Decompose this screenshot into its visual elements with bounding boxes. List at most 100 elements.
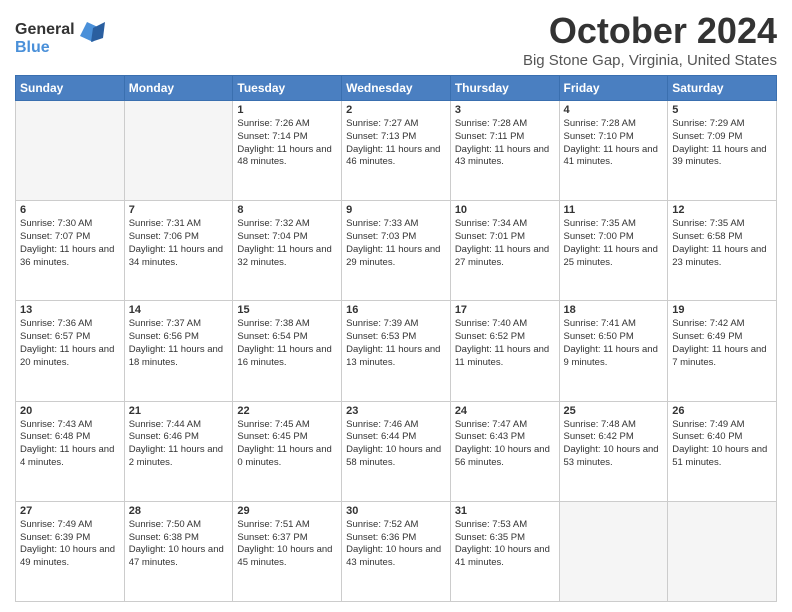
day-number: 12	[672, 204, 772, 216]
day-number: 30	[346, 505, 446, 517]
day-number: 28	[129, 505, 229, 517]
day-number: 17	[455, 304, 555, 316]
col-wednesday: Wednesday	[342, 76, 451, 101]
calendar-header-row: Sunday Monday Tuesday Wednesday Thursday…	[16, 76, 777, 101]
day-info: Sunrise: 7:35 AM Sunset: 6:58 PM Dayligh…	[672, 218, 772, 269]
day-info: Sunrise: 7:53 AM Sunset: 6:35 PM Dayligh…	[455, 519, 555, 570]
calendar-cell: 18 Sunrise: 7:41 AM Sunset: 6:50 PM Dayli…	[559, 301, 668, 401]
day-info: Sunrise: 7:43 AM Sunset: 6:48 PM Dayligh…	[20, 419, 120, 470]
month-title: October 2024	[523, 10, 777, 52]
day-info: Sunrise: 7:28 AM Sunset: 7:11 PM Dayligh…	[455, 118, 555, 169]
day-info: Sunrise: 7:34 AM Sunset: 7:01 PM Dayligh…	[455, 218, 555, 269]
day-info: Sunrise: 7:42 AM Sunset: 6:49 PM Dayligh…	[672, 318, 772, 369]
day-info: Sunrise: 7:38 AM Sunset: 6:54 PM Dayligh…	[237, 318, 337, 369]
day-number: 6	[20, 204, 120, 216]
calendar-cell: 10Sunrise: 7:34 AM Sunset: 7:01 PM Dayli…	[450, 201, 559, 301]
day-number: 15	[237, 304, 337, 316]
day-info: Sunrise: 7:41 AM Sunset: 6:50 PM Dayligh…	[564, 318, 664, 369]
day-info: Sunrise: 7:26 AM Sunset: 7:14 PM Dayligh…	[237, 118, 337, 169]
calendar-cell: 8 Sunrise: 7:32 AM Sunset: 7:04 PM Daylig…	[233, 201, 342, 301]
svg-text:General: General	[15, 21, 75, 38]
calendar-cell: 23 Sunrise: 7:46 AM Sunset: 6:44 PM Dayli…	[342, 401, 451, 501]
day-number: 19	[672, 304, 772, 316]
calendar-cell: 1Sunrise: 7:26 AM Sunset: 7:14 PM Daylig…	[233, 101, 342, 201]
calendar-cell: 3Sunrise: 7:28 AM Sunset: 7:11 PM Daylig…	[450, 101, 559, 201]
day-info: Sunrise: 7:44 AM Sunset: 6:46 PM Dayligh…	[129, 419, 229, 470]
week-row-5: 27 Sunrise: 7:49 AM Sunset: 6:39 PM Dayli…	[16, 501, 777, 601]
calendar-cell: 14Sunrise: 7:37 AM Sunset: 6:56 PM Dayli…	[124, 301, 233, 401]
calendar-cell: 9Sunrise: 7:33 AM Sunset: 7:03 PM Daylig…	[342, 201, 451, 301]
calendar-cell: 5 Sunrise: 7:29 AM Sunset: 7:09 PM Daylig…	[668, 101, 777, 201]
day-info: Sunrise: 7:52 AM Sunset: 6:36 PM Dayligh…	[346, 519, 446, 570]
calendar-cell: 28Sunrise: 7:50 AM Sunset: 6:38 PM Dayli…	[124, 501, 233, 601]
calendar-cell: 21 Sunrise: 7:44 AM Sunset: 6:46 PM Dayli…	[124, 401, 233, 501]
calendar-cell	[559, 501, 668, 601]
day-number: 5	[672, 104, 772, 116]
day-number: 13	[20, 304, 120, 316]
day-info: Sunrise: 7:49 AM Sunset: 6:40 PM Dayligh…	[672, 419, 772, 470]
week-row-2: 6Sunrise: 7:30 AM Sunset: 7:07 PM Daylig…	[16, 201, 777, 301]
day-number: 18	[564, 304, 664, 316]
day-info: Sunrise: 7:39 AM Sunset: 6:53 PM Dayligh…	[346, 318, 446, 369]
day-number: 8	[237, 204, 337, 216]
calendar-cell: 12 Sunrise: 7:35 AM Sunset: 6:58 PM Dayli…	[668, 201, 777, 301]
day-number: 31	[455, 505, 555, 517]
calendar-cell: 16 Sunrise: 7:39 AM Sunset: 6:53 PM Dayli…	[342, 301, 451, 401]
calendar-cell: 20 Sunrise: 7:43 AM Sunset: 6:48 PM Dayli…	[16, 401, 125, 501]
day-number: 22	[237, 405, 337, 417]
calendar-cell	[668, 501, 777, 601]
day-number: 26	[672, 405, 772, 417]
calendar-cell: 25Sunrise: 7:48 AM Sunset: 6:42 PM Dayli…	[559, 401, 668, 501]
calendar-cell: 22 Sunrise: 7:45 AM Sunset: 6:45 PM Dayli…	[233, 401, 342, 501]
calendar-cell: 6Sunrise: 7:30 AM Sunset: 7:07 PM Daylig…	[16, 201, 125, 301]
calendar-cell: 17Sunrise: 7:40 AM Sunset: 6:52 PM Dayli…	[450, 301, 559, 401]
header: General Blue October 2024 Big Stone Gap,…	[15, 10, 777, 69]
week-row-1: 1Sunrise: 7:26 AM Sunset: 7:14 PM Daylig…	[16, 101, 777, 201]
day-number: 11	[564, 204, 664, 216]
logo: General Blue	[15, 14, 110, 64]
calendar-cell: 24 Sunrise: 7:47 AM Sunset: 6:43 PM Dayli…	[450, 401, 559, 501]
calendar-cell: 30 Sunrise: 7:52 AM Sunset: 6:36 PM Dayli…	[342, 501, 451, 601]
calendar-cell: 4Sunrise: 7:28 AM Sunset: 7:10 PM Daylig…	[559, 101, 668, 201]
day-info: Sunrise: 7:45 AM Sunset: 6:45 PM Dayligh…	[237, 419, 337, 470]
day-number: 7	[129, 204, 229, 216]
col-tuesday: Tuesday	[233, 76, 342, 101]
day-info: Sunrise: 7:51 AM Sunset: 6:37 PM Dayligh…	[237, 519, 337, 570]
logo-text: General Blue	[15, 14, 110, 64]
day-info: Sunrise: 7:46 AM Sunset: 6:44 PM Dayligh…	[346, 419, 446, 470]
calendar-cell: 29Sunrise: 7:51 AM Sunset: 6:37 PM Dayli…	[233, 501, 342, 601]
col-saturday: Saturday	[668, 76, 777, 101]
title-area: October 2024 Big Stone Gap, Virginia, Un…	[523, 10, 777, 69]
day-info: Sunrise: 7:47 AM Sunset: 6:43 PM Dayligh…	[455, 419, 555, 470]
col-friday: Friday	[559, 76, 668, 101]
day-number: 24	[455, 405, 555, 417]
day-number: 16	[346, 304, 446, 316]
day-number: 23	[346, 405, 446, 417]
day-number: 27	[20, 505, 120, 517]
day-info: Sunrise: 7:29 AM Sunset: 7:09 PM Dayligh…	[672, 118, 772, 169]
week-row-4: 20 Sunrise: 7:43 AM Sunset: 6:48 PM Dayli…	[16, 401, 777, 501]
calendar-cell: 13 Sunrise: 7:36 AM Sunset: 6:57 PM Dayli…	[16, 301, 125, 401]
day-number: 20	[20, 405, 120, 417]
day-info: Sunrise: 7:33 AM Sunset: 7:03 PM Dayligh…	[346, 218, 446, 269]
calendar-cell: 27 Sunrise: 7:49 AM Sunset: 6:39 PM Dayli…	[16, 501, 125, 601]
day-number: 2	[346, 104, 446, 116]
calendar-cell: 11Sunrise: 7:35 AM Sunset: 7:00 PM Dayli…	[559, 201, 668, 301]
day-number: 4	[564, 104, 664, 116]
day-info: Sunrise: 7:32 AM Sunset: 7:04 PM Dayligh…	[237, 218, 337, 269]
day-number: 25	[564, 405, 664, 417]
day-info: Sunrise: 7:31 AM Sunset: 7:06 PM Dayligh…	[129, 218, 229, 269]
calendar-cell: 31 Sunrise: 7:53 AM Sunset: 6:35 PM Dayli…	[450, 501, 559, 601]
col-thursday: Thursday	[450, 76, 559, 101]
col-monday: Monday	[124, 76, 233, 101]
col-sunday: Sunday	[16, 76, 125, 101]
location: Big Stone Gap, Virginia, United States	[523, 52, 777, 69]
calendar-cell: 19 Sunrise: 7:42 AM Sunset: 6:49 PM Dayli…	[668, 301, 777, 401]
calendar-cell: 2Sunrise: 7:27 AM Sunset: 7:13 PM Daylig…	[342, 101, 451, 201]
day-number: 21	[129, 405, 229, 417]
day-info: Sunrise: 7:36 AM Sunset: 6:57 PM Dayligh…	[20, 318, 120, 369]
svg-text:Blue: Blue	[15, 39, 50, 56]
page: General Blue October 2024 Big Stone Gap,…	[0, 0, 792, 612]
day-number: 14	[129, 304, 229, 316]
day-info: Sunrise: 7:49 AM Sunset: 6:39 PM Dayligh…	[20, 519, 120, 570]
